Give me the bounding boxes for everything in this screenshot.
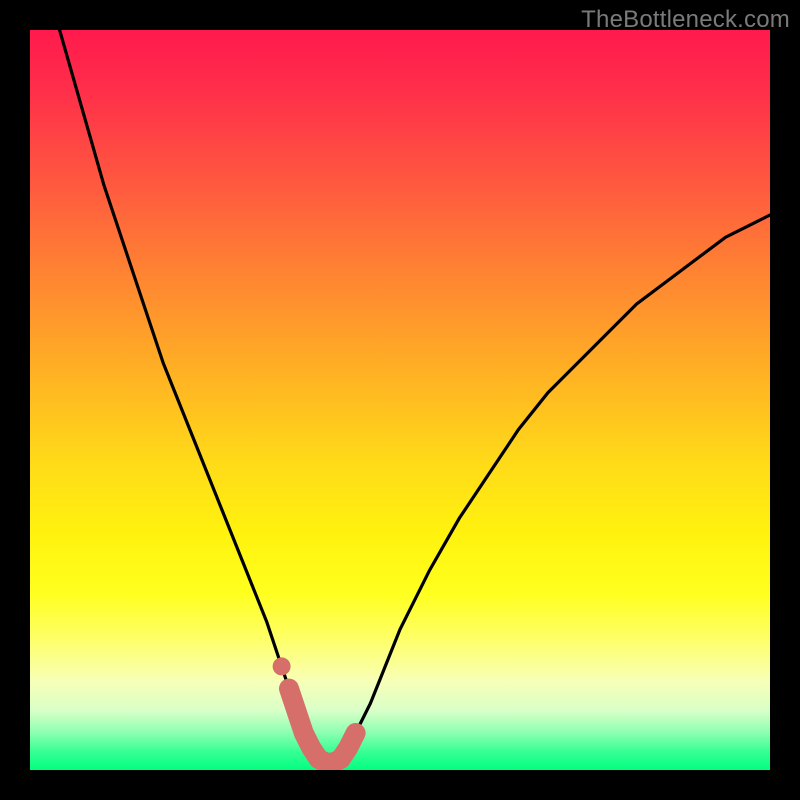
plot-area [30,30,770,770]
outer-frame: TheBottleneck.com [0,0,800,800]
bottom-marker-path [289,689,356,763]
bottleneck-curve [60,30,770,763]
curve-layer [30,30,770,770]
bottom-marker-dot [273,657,291,675]
watermark-text: TheBottleneck.com [581,6,790,34]
